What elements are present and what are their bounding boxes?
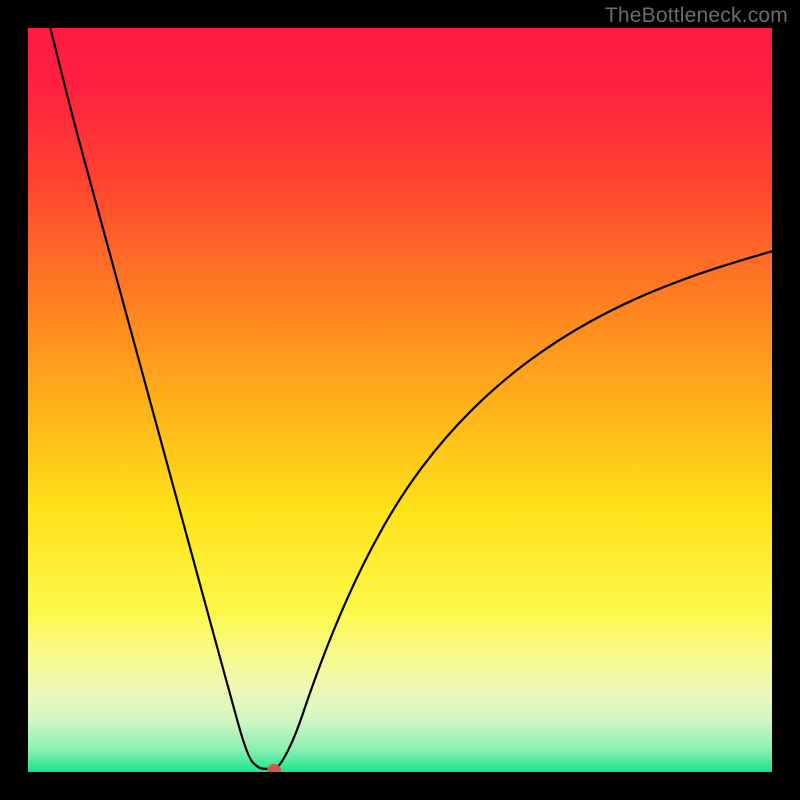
plot-area: [28, 28, 772, 772]
watermark-text: TheBottleneck.com: [605, 4, 788, 28]
optimal-point-marker: [267, 764, 281, 772]
bottleneck-curve: [28, 28, 772, 772]
chart-container: TheBottleneck.com: [0, 0, 800, 800]
